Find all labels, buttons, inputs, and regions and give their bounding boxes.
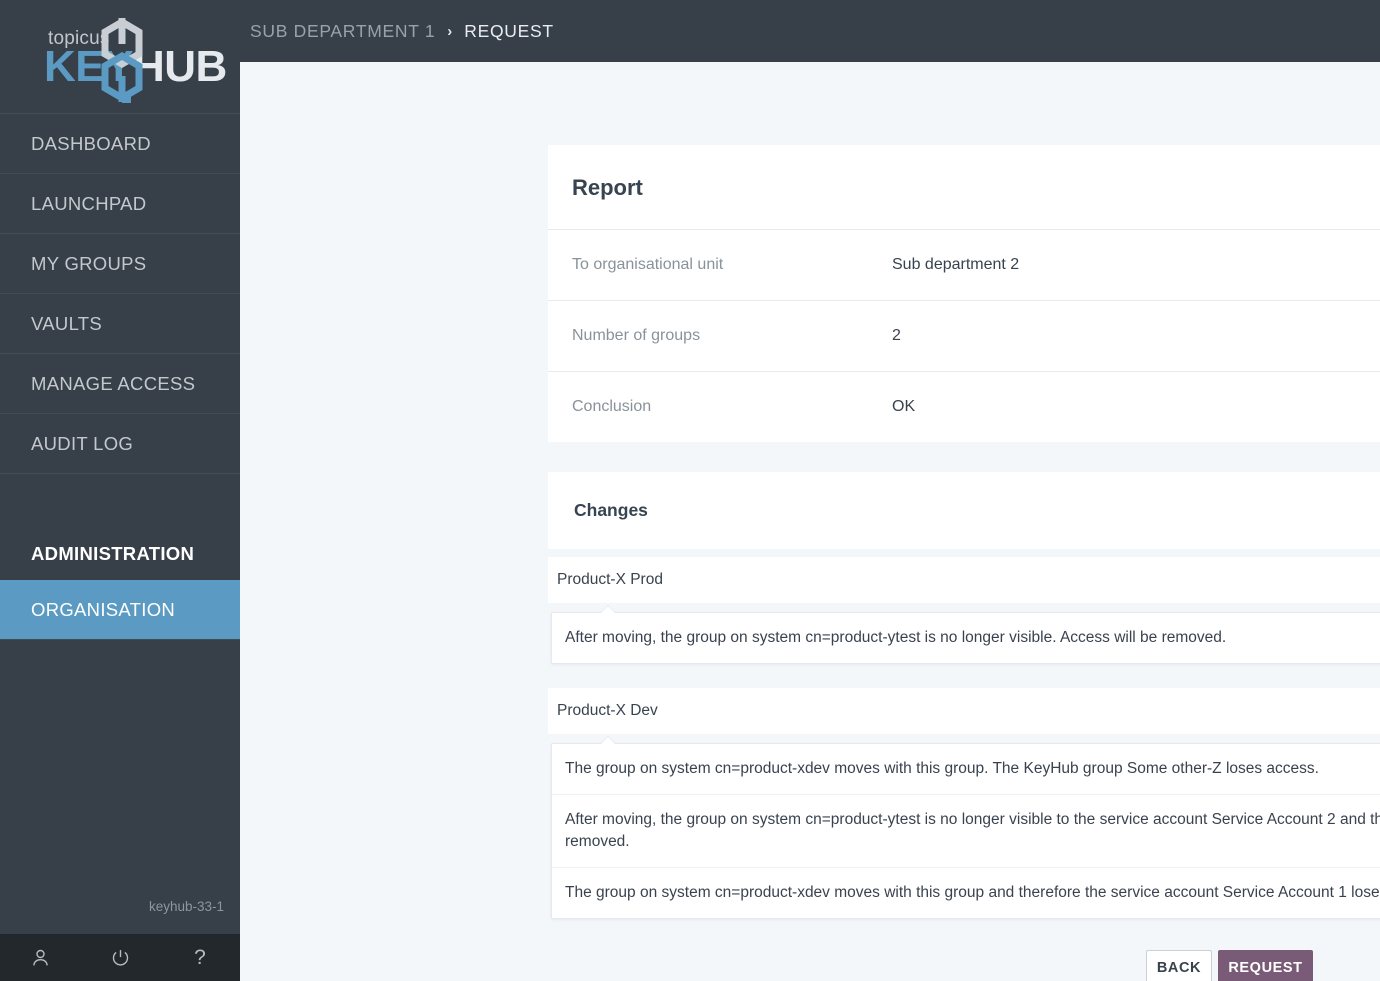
user-icon[interactable] (0, 934, 80, 981)
sidebar-item-manage-access[interactable]: MANAGE ACCESS (0, 354, 240, 414)
sidebar-item-launchpad[interactable]: LAUNCHPAD (0, 174, 240, 234)
breadcrumb-parent[interactable]: SUB DEPARTMENT 1 (250, 21, 435, 42)
sidebar-item-organisation[interactable]: ORGANISATION (0, 580, 240, 640)
change-line: After moving, the group on system cn=pro… (552, 794, 1380, 867)
report-card: Report To organisational unit Sub depart… (548, 145, 1380, 442)
sidebar: topicus KEYHUB DASHBOARD LAUNCHPAD MY GR… (0, 0, 240, 981)
sidebar-nav: DASHBOARD LAUNCHPAD MY GROUPS VAULTS MAN… (0, 114, 240, 640)
report-row-to-organisational-unit: To organisational unit Sub department 2 (548, 229, 1380, 300)
top-bar: SUB DEPARTMENT 1 › REQUEST (240, 0, 1380, 62)
sidebar-footer-bar: ? (0, 934, 240, 981)
change-callout: After moving, the group on system cn=pro… (551, 605, 1380, 664)
report-row-number-of-groups: Number of groups 2 (548, 300, 1380, 371)
version-label: keyhub-33-1 (148, 899, 224, 914)
breadcrumb: SUB DEPARTMENT 1 › REQUEST (250, 21, 554, 42)
logo-hub-text: HUB (132, 41, 227, 91)
change-group-name: Product-X Dev (557, 702, 658, 719)
change-line: The group on system cn=product-xdev move… (565, 760, 1319, 777)
sidebar-item-label: DASHBOARD (31, 132, 151, 154)
sidebar-item-label: VAULTS (31, 312, 103, 334)
request-button[interactable]: REQUEST (1218, 950, 1313, 981)
sidebar-section-administration: ADMINISTRATION (31, 543, 195, 564)
help-question-glyph: ? (194, 946, 206, 969)
changes-card: Changes (548, 472, 1380, 549)
app-root: topicus KEYHUB DASHBOARD LAUNCHPAD MY GR… (0, 0, 1380, 981)
sidebar-item-dashboard[interactable]: DASHBOARD (0, 114, 240, 174)
action-button-row: BACK REQUEST (1146, 950, 1313, 981)
breadcrumb-current: REQUEST (464, 20, 554, 41)
sidebar-item-label: ORGANISATION (31, 598, 176, 620)
sidebar-item-label: AUDIT LOG (31, 432, 134, 454)
sidebar-item-label: MY GROUPS (31, 252, 147, 274)
change-group-header[interactable]: Product-X Prod 1 change(s) (548, 557, 1380, 603)
back-button[interactable]: BACK (1146, 950, 1212, 981)
changes-title: Changes (574, 500, 648, 520)
report-row-value: 2 (892, 327, 901, 344)
report-row-value: OK (892, 398, 916, 415)
change-group-product-x-prod: Product-X Prod 1 change(s) After moving,… (548, 557, 1380, 664)
sidebar-item-vaults[interactable]: VAULTS (0, 294, 240, 354)
sidebar-flex-spacer (0, 640, 240, 899)
change-group-product-x-dev: Product-X Dev 3 change(s) The group on s… (548, 688, 1380, 919)
help-question-icon[interactable]: ? (160, 934, 240, 981)
change-callout: The group on system cn=product-xdev move… (551, 736, 1380, 919)
page-title: Report (572, 175, 643, 200)
report-row-value: Sub department 2 (892, 256, 1020, 273)
change-line: The group on system cn=product-xdev move… (552, 867, 1380, 918)
report-row-label: To organisational unit (572, 256, 724, 273)
change-group-name: Product-X Prod (557, 571, 663, 588)
content-area: Report To organisational unit Sub depart… (240, 62, 1380, 981)
power-icon[interactable] (80, 934, 160, 981)
sidebar-item-audit-log[interactable]: AUDIT LOG (0, 414, 240, 474)
keyhub-hexagon-key-icon (97, 14, 147, 111)
change-line: After moving, the group on system cn=pro… (565, 629, 1227, 646)
logo-area[interactable]: topicus KEYHUB (0, 0, 240, 114)
sidebar-spacer-divider (0, 474, 240, 528)
change-group-header[interactable]: Product-X Dev 3 change(s) (548, 688, 1380, 734)
sidebar-item-label: MANAGE ACCESS (31, 372, 196, 394)
report-row-label: Conclusion (572, 398, 652, 415)
sidebar-item-label: LAUNCHPAD (31, 192, 147, 214)
sidebar-item-my-groups[interactable]: MY GROUPS (0, 234, 240, 294)
breadcrumb-chevron-icon: › (447, 22, 453, 40)
report-row-label: Number of groups (572, 327, 701, 344)
keyhub-logo: topicus KEYHUB (44, 12, 227, 103)
main-area: SUB DEPARTMENT 1 › REQUEST Report To org… (240, 0, 1380, 981)
report-row-conclusion: Conclusion OK (548, 371, 1380, 442)
